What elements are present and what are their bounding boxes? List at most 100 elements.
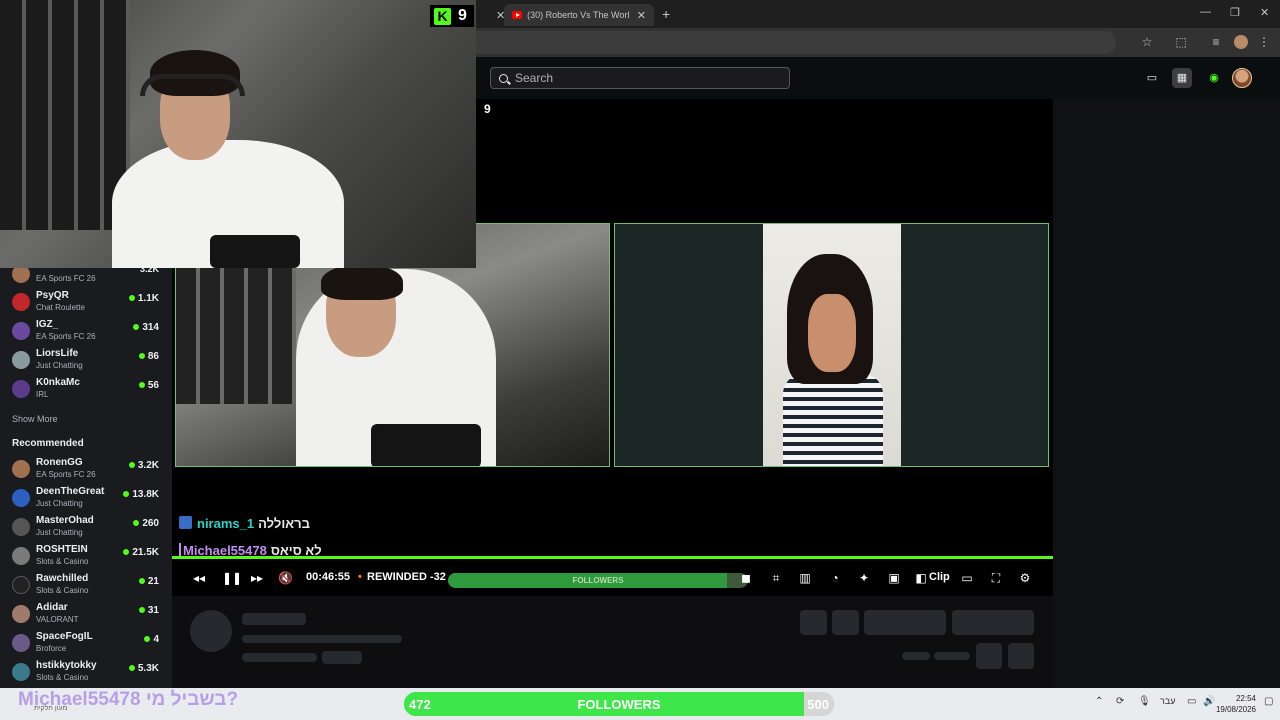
layout-icon[interactable]: ▦ <box>1172 68 1192 88</box>
viewer-count: 56 <box>138 380 159 391</box>
microphone <box>371 424 481 466</box>
channel-name: K0nkaMc <box>36 377 80 388</box>
sidebar-channel[interactable]: MasterOhad Just Chatting 260 <box>0 513 172 542</box>
channel-name: DeenTheGreat <box>36 486 105 497</box>
clock-time: 22:54 <box>1235 694 1256 703</box>
theater-mode-icon[interactable]: ▭ <box>960 571 974 585</box>
avatar <box>12 322 30 340</box>
skeleton-avatar <box>190 610 232 652</box>
minimize-icon[interactable]: — <box>1200 6 1211 18</box>
sidebar-channel[interactable]: hstikkytokky Slots & Casino 5.3K <box>0 658 172 687</box>
sidebar-channel[interactable]: K0nkaMc IRL 56 <box>0 375 172 404</box>
channel-category: Slots & Casino <box>36 673 89 682</box>
viewer-count: 86 <box>138 351 159 362</box>
search-input[interactable]: Search <box>490 67 790 89</box>
channel-category: IRL <box>36 390 49 399</box>
live-dot-icon <box>128 295 135 301</box>
skeleton-button <box>800 610 827 635</box>
skeleton-line <box>242 635 402 643</box>
search-placeholder: Search <box>515 71 554 85</box>
live-dot-icon <box>128 665 135 671</box>
avatar <box>12 547 30 565</box>
channel-category: EA Sports FC 26 <box>36 470 96 479</box>
crop-icon[interactable]: ⌗ <box>769 571 783 585</box>
live-dot-icon <box>144 636 151 642</box>
avatar <box>12 380 30 398</box>
live-dot-icon <box>138 382 145 388</box>
sidebar-channel[interactable]: Rawchilled Slots & Casino 21 <box>0 571 172 600</box>
skeleton-line <box>902 652 930 660</box>
clip-button[interactable]: Clip <box>929 571 950 583</box>
notifications-icon[interactable]: ▢ <box>1264 696 1273 707</box>
chat-username[interactable]: nirams_1 <box>197 516 254 531</box>
network-icon[interactable]: ▭ <box>1187 696 1196 707</box>
forward-icon[interactable]: ▸▸ <box>250 571 264 585</box>
sidebar-channel[interactable]: DeenTheGreat Just Chatting 13.8K <box>0 484 172 513</box>
live-dot-icon <box>133 324 140 330</box>
settings-icon[interactable]: ⚙ <box>1018 571 1032 585</box>
viewer-count: 5.3K <box>128 663 159 674</box>
live-dot-icon <box>123 491 130 497</box>
fullscreen-icon[interactable]: ⛶ <box>989 571 1003 585</box>
mic-icon[interactable]: 🎙 <box>1138 696 1151 707</box>
channel-category: Chat Roulette <box>36 303 85 312</box>
viewer-count: 13.8K <box>123 489 159 500</box>
sidebar-channel[interactable]: ROSHTEIN Slots & Casino 21.5K <box>0 542 172 571</box>
sync-icon[interactable]: ⟳ <box>1116 696 1124 707</box>
channel-name: PsyQR <box>36 290 69 301</box>
camera-icon[interactable]: ◼ <box>739 571 753 585</box>
sparkle-icon[interactable]: ✦ <box>857 571 871 585</box>
rewind-icon[interactable]: ◂◂ <box>192 571 206 585</box>
maximize-icon[interactable]: ❐ <box>1230 6 1240 19</box>
sidebar-channel[interactable]: LiorsLife Just Chatting 86 <box>0 346 172 375</box>
channel-category: Broforce <box>36 644 67 653</box>
seek-bar[interactable] <box>172 556 1053 559</box>
tab-youtube[interactable]: (30) Roberto Vs The World - Yo ✕ <box>504 4 654 26</box>
speed-icon[interactable]: ◔ <box>828 571 842 585</box>
sidebar-channel[interactable]: Adidar VALORANT 31 <box>0 600 172 629</box>
sidebar-channel[interactable]: RonenGG EA Sports FC 26 3.2K <box>0 455 172 484</box>
system-clock[interactable]: 22:54 19/08/2026 <box>1216 693 1256 715</box>
live-dot-icon <box>133 520 140 526</box>
menu-dots-icon[interactable]: ⋮ <box>1256 34 1272 50</box>
media-icon[interactable]: ≡ <box>1208 34 1224 50</box>
tray-chevron-icon[interactable]: ⌃ <box>1095 696 1103 707</box>
volume-icon[interactable]: 🔊 <box>1203 696 1215 707</box>
viewer-count: 21 <box>138 576 159 587</box>
live-dot-icon <box>138 353 145 359</box>
mute-icon[interactable]: 🔇 <box>278 571 293 585</box>
followers-goal-bar: 472 FOLLOWERS 500 <box>404 692 834 716</box>
sidebar-channel[interactable]: SpaceFogIL Broforce 4 <box>0 629 172 658</box>
user-avatar[interactable] <box>1232 68 1252 88</box>
pause-icon[interactable]: ❚❚ <box>222 571 242 585</box>
viewer-count: 3.2K <box>128 460 159 471</box>
extensions-icon[interactable]: ⬚ <box>1173 34 1189 50</box>
skeleton-line <box>934 652 970 660</box>
followers-label: FOLLOWERS <box>577 697 661 712</box>
status-icon[interactable]: ◉ <box>1204 68 1224 88</box>
new-tab-icon[interactable]: + <box>662 6 670 22</box>
avatar <box>12 351 30 369</box>
omnibox[interactable] <box>476 31 1116 54</box>
address-bar: ☆ ⬚ ≡ ⋮ <box>476 28 1280 57</box>
skeleton-line <box>322 651 362 664</box>
followers-end: 500 <box>807 697 829 712</box>
sidebar-channel[interactable]: IGZ_ EA Sports FC 26 314 <box>0 317 172 346</box>
close-icon[interactable]: ✕ <box>637 9 646 22</box>
mini-followers-label: FOLLOWERS <box>572 576 624 585</box>
chat-text: בראוללה <box>258 516 310 531</box>
bookmark-star-icon[interactable]: ☆ <box>1139 34 1155 50</box>
pip-icon[interactable]: ▣ <box>887 571 901 585</box>
site-header: Search ▭ ▦ ◉ <box>476 57 1280 99</box>
tab-title: (30) Roberto Vs The World - Yo <box>527 10 629 20</box>
avatar <box>12 460 30 478</box>
language-indicator[interactable]: עבר <box>1160 696 1175 706</box>
profile-avatar[interactable] <box>1234 35 1248 49</box>
right-panel <box>1053 99 1280 688</box>
stats-icon[interactable]: ▥ <box>798 571 812 585</box>
clip-icon[interactable]: ◧ <box>914 571 928 585</box>
sidebar-channel[interactable]: PsyQR Chat Roulette 1.1K <box>0 288 172 317</box>
window-close-icon[interactable]: ✕ <box>1260 6 1269 19</box>
theater-icon[interactable]: ▭ <box>1142 68 1162 88</box>
show-more-link[interactable]: Show More <box>12 414 58 424</box>
